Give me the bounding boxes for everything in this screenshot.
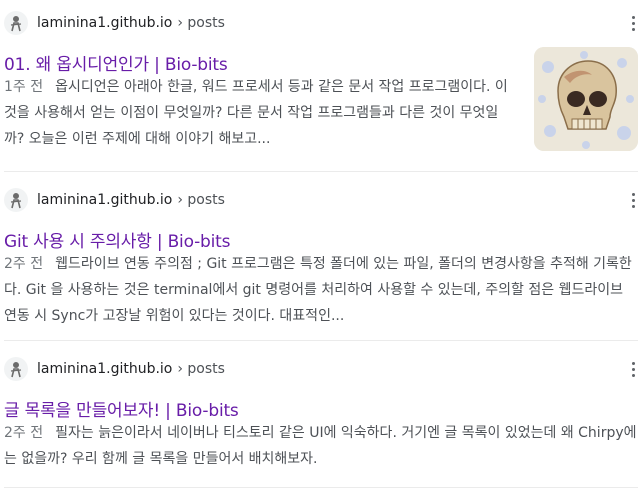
skull-icon (534, 47, 638, 151)
result-title-link[interactable]: 글 목록을 만들어보자! | Bio-bits (4, 396, 239, 421)
result-divider (4, 340, 638, 341)
site-name: laminina1.github.io (37, 192, 173, 208)
site-name: laminina1.github.io (37, 361, 173, 377)
snippet-text: 필자는 늙은이라서 네이버나 티스토리 같은 UI에 익숙하다. 거기엔 글 목… (4, 425, 637, 467)
site-favicon-icon (4, 357, 28, 381)
more-options-icon[interactable] (628, 356, 638, 382)
site-favicon-icon (4, 11, 28, 35)
site-path: › posts (177, 361, 225, 377)
site-name: laminina1.github.io (37, 15, 173, 31)
site-info[interactable]: laminina1.github.io › posts (4, 356, 225, 382)
result-date: 1주 전 (4, 79, 44, 95)
result-snippet: 2주 전 웹드라이브 연동 주의점 ; Git 프로그램은 특정 폴더에 있는 파… (4, 251, 638, 329)
more-options-icon[interactable] (628, 187, 638, 213)
result-title-link[interactable]: Git 사용 시 주의사항 | Bio-bits (4, 227, 230, 252)
result-snippet: 2주 전 필자는 늙은이라서 네이버나 티스토리 같은 UI에 익숙하다. 거기엔… (4, 420, 638, 472)
search-result: laminina1.github.io › posts Git 사용 시 주의사… (0, 187, 642, 337)
result-snippet: 1주 전 옵시디언은 아래아 한글, 워드 프로세서 등과 같은 문서 작업 프로… (4, 74, 518, 152)
site-info[interactable]: laminina1.github.io › posts (4, 10, 225, 36)
snippet-text: 옵시디언은 아래아 한글, 워드 프로세서 등과 같은 문서 작업 프로그램이다… (4, 79, 508, 147)
search-result: laminina1.github.io › posts 글 목록을 만들어보자!… (0, 356, 642, 486)
more-options-icon[interactable] (628, 10, 638, 36)
result-thumbnail[interactable] (534, 47, 638, 151)
site-favicon-icon (4, 188, 28, 212)
site-path: › posts (177, 15, 225, 31)
result-date: 2주 전 (4, 425, 44, 441)
result-divider (4, 487, 638, 488)
result-date: 2주 전 (4, 256, 44, 272)
result-title-link[interactable]: 01. 왜 옵시디언인가 | Bio-bits (4, 50, 228, 75)
site-info[interactable]: laminina1.github.io › posts (4, 187, 225, 213)
snippet-text: 웹드라이브 연동 주의점 ; Git 프로그램은 특정 폴더에 있는 파일, 폴… (4, 256, 632, 324)
site-path: › posts (177, 192, 225, 208)
result-divider (4, 171, 638, 172)
